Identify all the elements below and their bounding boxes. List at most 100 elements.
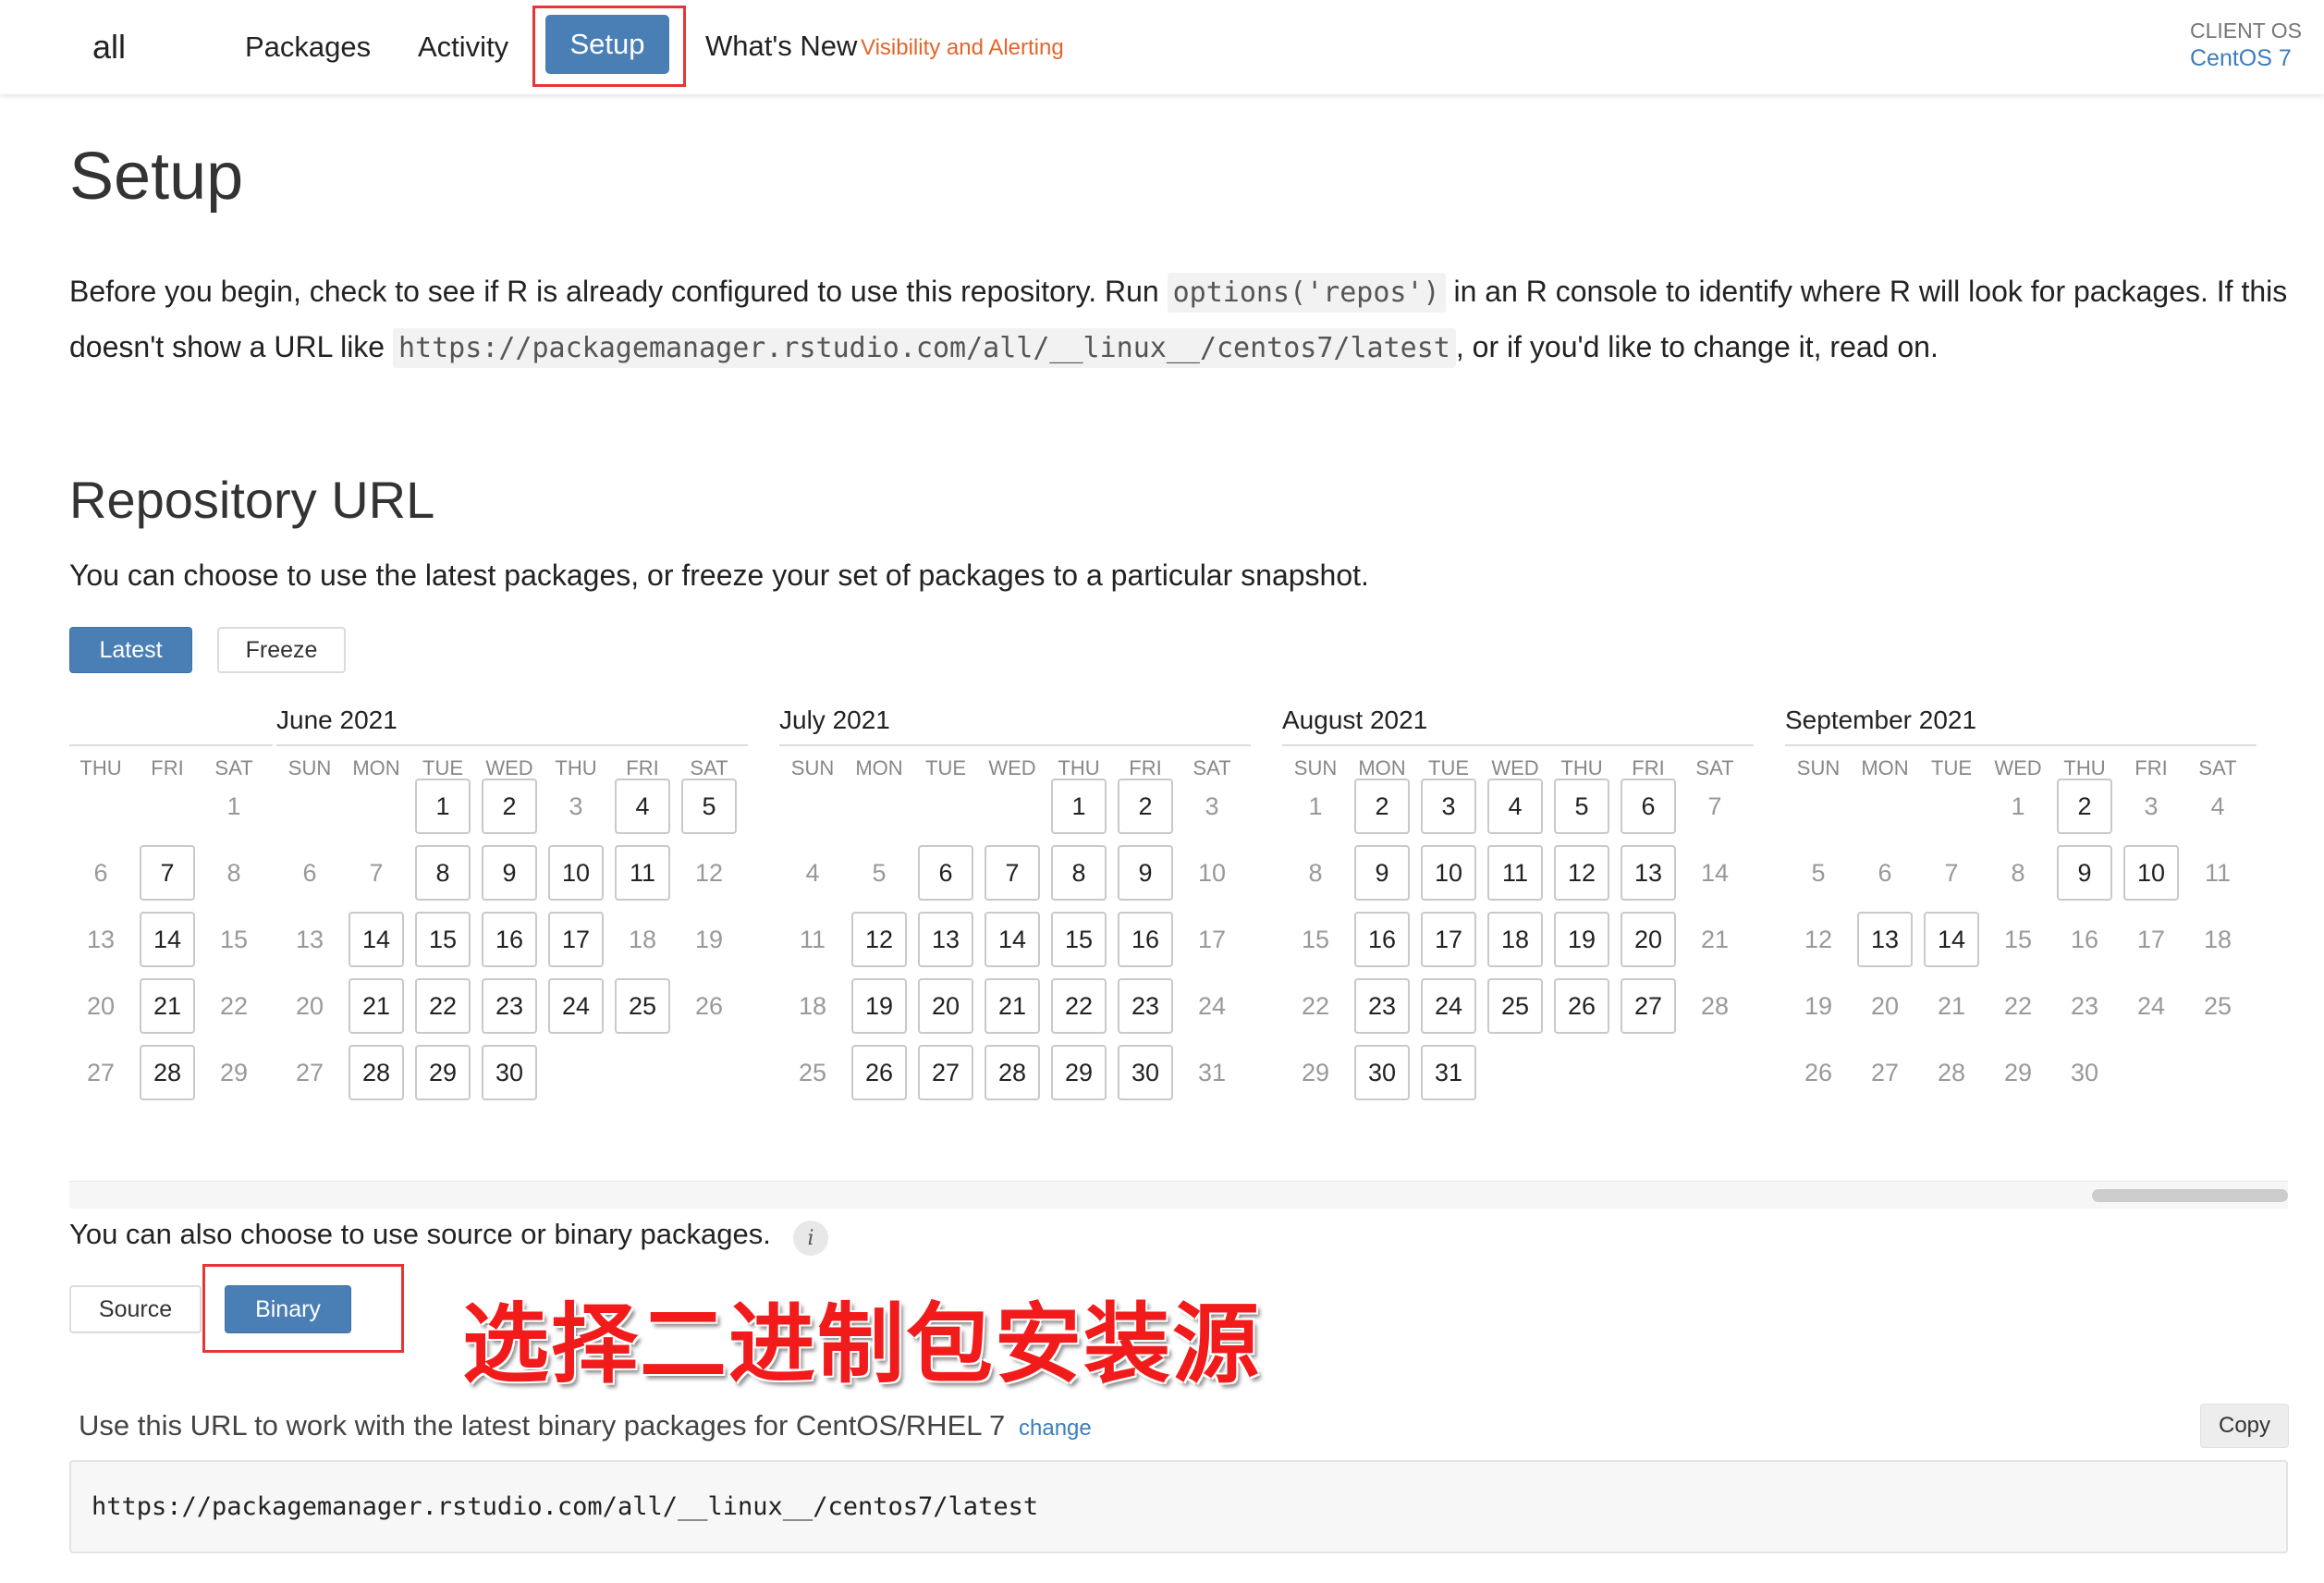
snapshot-date[interactable]: 30 bbox=[482, 1045, 537, 1100]
snapshot-date[interactable]: 25 bbox=[615, 978, 670, 1034]
calendar-day: 28 bbox=[1700, 991, 1730, 1020]
snapshot-date[interactable]: 8 bbox=[1051, 845, 1107, 901]
weekday-label: SUN bbox=[287, 756, 332, 779]
snapshot-date[interactable]: 16 bbox=[1354, 912, 1410, 967]
snapshot-date[interactable]: 10 bbox=[1421, 845, 1476, 901]
snapshot-date[interactable]: 13 bbox=[1621, 845, 1676, 901]
snapshot-date[interactable]: 8 bbox=[415, 845, 471, 901]
nav-whats-new[interactable]: What's New bbox=[705, 30, 857, 63]
snapshot-date[interactable]: 20 bbox=[918, 978, 973, 1034]
snapshot-date[interactable]: 24 bbox=[548, 978, 604, 1034]
snapshot-date[interactable]: 26 bbox=[1554, 978, 1609, 1034]
snapshot-date[interactable]: 4 bbox=[615, 779, 670, 834]
snapshot-date[interactable]: 12 bbox=[1554, 845, 1609, 901]
snapshot-date[interactable]: 24 bbox=[1421, 978, 1476, 1034]
snapshot-date[interactable]: 30 bbox=[1354, 1045, 1410, 1100]
snapshot-date[interactable]: 23 bbox=[482, 978, 537, 1034]
weekday-label: WED bbox=[988, 756, 1036, 779]
snapshot-date[interactable]: 15 bbox=[415, 912, 471, 967]
intro-url: https://packagemanager.rstudio.com/all/_… bbox=[392, 328, 1456, 368]
snapshot-date[interactable]: 27 bbox=[918, 1045, 973, 1100]
snapshot-date[interactable]: 4 bbox=[1487, 779, 1543, 834]
snapshot-date[interactable]: 11 bbox=[1487, 845, 1543, 901]
snapshot-date[interactable]: 26 bbox=[851, 1045, 907, 1100]
snapshot-date[interactable]: 27 bbox=[1621, 978, 1676, 1034]
snapshot-date[interactable]: 7 bbox=[985, 845, 1040, 901]
snapshot-date[interactable]: 21 bbox=[140, 978, 195, 1034]
snapshot-date[interactable]: 30 bbox=[1118, 1045, 1173, 1100]
client-os[interactable]: CLIENT OS CentOS 7 bbox=[2190, 18, 2302, 72]
snapshot-date[interactable]: 16 bbox=[482, 912, 537, 967]
snapshot-date[interactable]: 14 bbox=[349, 912, 404, 967]
info-icon[interactable]: i bbox=[793, 1221, 828, 1256]
calendar-day: 5 bbox=[1811, 858, 1826, 887]
snapshot-date[interactable]: 23 bbox=[1354, 978, 1410, 1034]
snapshot-date[interactable]: 5 bbox=[681, 779, 737, 834]
snapshot-date[interactable]: 1 bbox=[415, 779, 471, 834]
latest-button[interactable]: Latest bbox=[69, 627, 192, 673]
snapshot-date[interactable]: 2 bbox=[1118, 779, 1173, 834]
freeze-button[interactable]: Freeze bbox=[217, 627, 346, 673]
repo-name[interactable]: all bbox=[92, 28, 126, 67]
snapshot-date[interactable]: 11 bbox=[615, 845, 670, 901]
snapshot-date[interactable]: 12 bbox=[851, 912, 907, 967]
snapshot-date[interactable]: 19 bbox=[1554, 912, 1609, 967]
snapshot-date[interactable]: 10 bbox=[548, 845, 604, 901]
snapshot-date[interactable]: 5 bbox=[1554, 779, 1609, 834]
snapshot-date[interactable]: 1 bbox=[1051, 779, 1107, 834]
copy-button[interactable]: Copy bbox=[2200, 1404, 2289, 1448]
snapshot-date[interactable]: 21 bbox=[349, 978, 404, 1034]
weekday-label: THU bbox=[1058, 756, 1100, 779]
snapshot-date[interactable]: 9 bbox=[2057, 845, 2112, 901]
snapshot-date[interactable]: 19 bbox=[851, 978, 907, 1034]
snapshot-date[interactable]: 15 bbox=[1051, 912, 1107, 967]
snapshot-date[interactable]: 14 bbox=[985, 912, 1040, 967]
snapshot-date[interactable]: 13 bbox=[918, 912, 973, 967]
client-os-value[interactable]: CentOS 7 bbox=[2190, 45, 2302, 72]
snapshot-date[interactable]: 2 bbox=[482, 779, 537, 834]
snapshot-date[interactable]: 2 bbox=[1354, 779, 1410, 834]
snapshot-date[interactable]: 14 bbox=[1924, 912, 1979, 967]
snapshot-date[interactable]: 9 bbox=[482, 845, 537, 901]
calendar-day: 21 bbox=[1700, 925, 1730, 953]
snapshot-date[interactable]: 14 bbox=[140, 912, 195, 967]
change-link[interactable]: change bbox=[1019, 1416, 1092, 1442]
calendar-day: 15 bbox=[2003, 925, 2033, 953]
snapshot-date[interactable]: 22 bbox=[1051, 978, 1107, 1034]
nav-visibility-alerting[interactable]: Visibility and Alerting bbox=[861, 35, 1064, 61]
snapshot-date[interactable]: 21 bbox=[985, 978, 1040, 1034]
snapshot-date[interactable]: 10 bbox=[2123, 845, 2179, 901]
calendar-day: 28 bbox=[1937, 1058, 1966, 1086]
snapshot-date[interactable]: 29 bbox=[415, 1045, 471, 1100]
snapshot-date[interactable]: 17 bbox=[1421, 912, 1476, 967]
calendar-scrollbar-thumb[interactable] bbox=[2092, 1189, 2288, 1202]
snapshot-date[interactable]: 6 bbox=[1621, 779, 1676, 834]
nav-packages[interactable]: Packages bbox=[245, 31, 371, 64]
weekday-label: MON bbox=[1358, 756, 1406, 779]
snapshot-date[interactable]: 31 bbox=[1421, 1045, 1476, 1100]
repository-url[interactable]: https://packagemanager.rstudio.com/all/_… bbox=[92, 1492, 1038, 1521]
snapshot-date[interactable]: 2 bbox=[2057, 779, 2112, 834]
snapshot-date[interactable]: 28 bbox=[985, 1045, 1040, 1100]
repository-url-box[interactable]: https://packagemanager.rstudio.com/all/_… bbox=[69, 1460, 2288, 1553]
snapshot-date[interactable]: 18 bbox=[1487, 912, 1543, 967]
calendar-scrollbar[interactable] bbox=[69, 1181, 2288, 1209]
snapshot-date[interactable]: 29 bbox=[1051, 1045, 1107, 1100]
snapshot-date[interactable]: 9 bbox=[1118, 845, 1173, 901]
snapshot-date[interactable]: 13 bbox=[1857, 912, 1913, 967]
source-button[interactable]: Source bbox=[69, 1285, 202, 1333]
snapshot-date[interactable]: 28 bbox=[349, 1045, 404, 1100]
snapshot-date[interactable]: 16 bbox=[1118, 912, 1173, 967]
nav-activity[interactable]: Activity bbox=[418, 31, 508, 64]
snapshot-date[interactable]: 9 bbox=[1354, 845, 1410, 901]
snapshot-date[interactable]: 23 bbox=[1118, 978, 1173, 1034]
snapshot-date[interactable]: 28 bbox=[140, 1045, 195, 1100]
snapshot-date[interactable]: 17 bbox=[548, 912, 604, 967]
calendar-day: 24 bbox=[1197, 991, 1227, 1020]
snapshot-date[interactable]: 25 bbox=[1487, 978, 1543, 1034]
snapshot-date[interactable]: 3 bbox=[1421, 779, 1476, 834]
snapshot-date[interactable]: 6 bbox=[918, 845, 973, 901]
snapshot-date[interactable]: 7 bbox=[140, 845, 195, 901]
snapshot-date[interactable]: 20 bbox=[1621, 912, 1676, 967]
snapshot-date[interactable]: 22 bbox=[415, 978, 471, 1034]
